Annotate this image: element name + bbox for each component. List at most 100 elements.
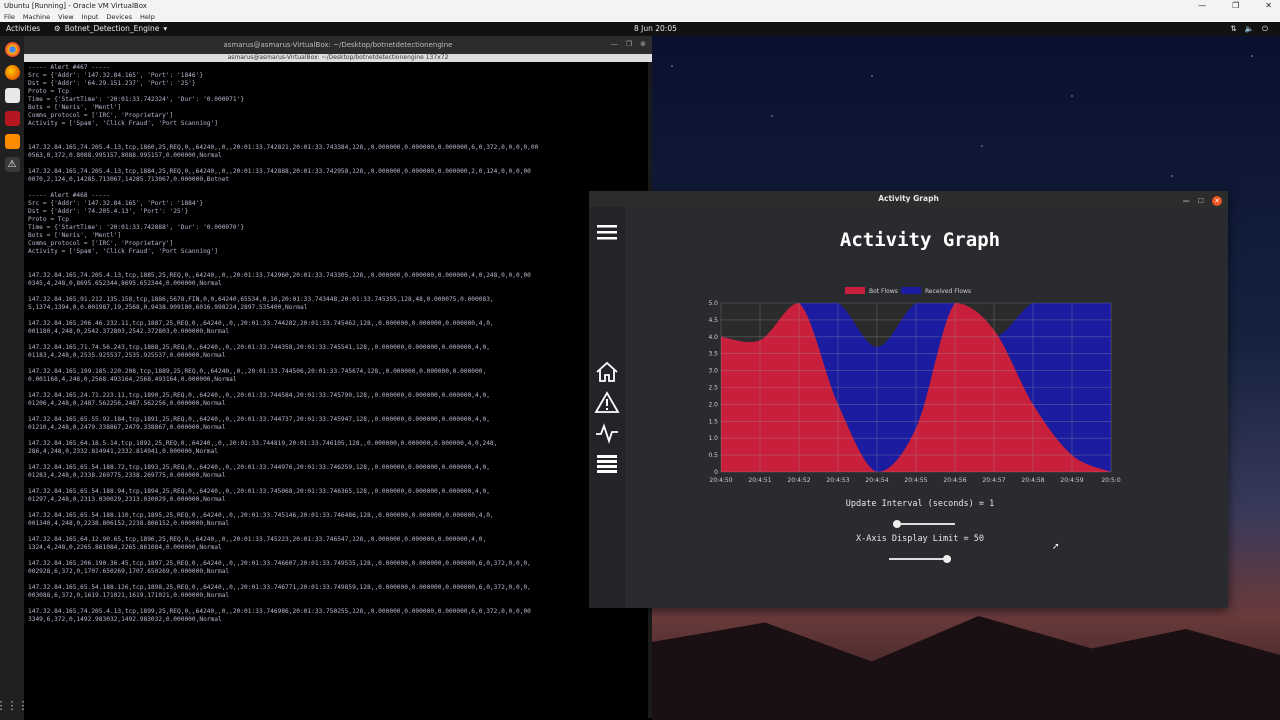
terminal-line: 147.32.84.165,65.54.188.126,tcp,1898,25,…: [28, 584, 531, 591]
terminal-line: 147.32.84.165,64.12.90.65,tcp,1896,25,RE…: [28, 536, 487, 543]
app-menu-label: Botnet_Detection_Engine: [64, 24, 160, 33]
vbox-menubar: File Machine View Input Devices Help: [0, 12, 1280, 22]
terminal-line: 01206,4,248,0,2487.562256,2487.562256,0.…: [28, 400, 226, 407]
activity-window-titlebar[interactable]: Activity Graph — ☐ ✕: [589, 191, 1228, 207]
list-icon[interactable]: [594, 451, 620, 477]
warning-icon[interactable]: [594, 390, 620, 416]
x-tick-label: 20:4:58: [1021, 477, 1044, 484]
terminal-window[interactable]: asmarus@asmarus-VirtualBox: ~/Desktop/bo…: [24, 36, 652, 720]
terminal-line: Activity = ['Spam', 'Click Fraud', 'Port…: [28, 120, 218, 127]
maximize-icon[interactable]: ❐: [626, 40, 632, 48]
terminal-line: Proto = Tcp: [28, 88, 69, 95]
terminal-line: 147.32.84.165,74.205.4.13,tcp,1860,25,RE…: [28, 144, 539, 151]
sublime-icon[interactable]: [4, 134, 20, 149]
dock: ⚠ ⋮⋮⋮: [0, 36, 29, 720]
menu-file[interactable]: File: [4, 12, 15, 22]
terminal-line: 147.32.84.165,64.18.5.14,tcp,1892,25,REQ…: [28, 440, 498, 447]
terminal-line: 01183,4,248,0,2535.925537,2535.925537,0.…: [28, 352, 226, 359]
y-tick-label: 0.5: [708, 452, 718, 459]
terminal-icon[interactable]: [4, 111, 20, 126]
network-icon: ⇅: [1230, 24, 1237, 33]
terminal-line: 1324,4,248,0,2265.861084,2265.861084,0.0…: [28, 544, 222, 551]
terminal-line: Time = {'StartTime': '20:01:33.742324', …: [28, 96, 245, 103]
clock[interactable]: 8 Jun 20:05: [634, 22, 677, 36]
y-tick-label: 3.5: [708, 351, 718, 358]
terminal-line: 01297,4,248,0,2313.030029,2313.030029,0.…: [28, 496, 226, 503]
x-tick-label: 20:4:52: [787, 477, 810, 484]
y-tick-label: 4.5: [708, 317, 718, 324]
terminal-line: 01283,4,248,0,2338.269775,2338.269775,0.…: [28, 472, 226, 479]
maximize-icon[interactable]: ❐: [1232, 0, 1239, 12]
terminal-line: 3349,6,372,0,1492.983032,1492.983032,0.0…: [28, 616, 222, 623]
hamburger-menu-icon[interactable]: [594, 219, 620, 245]
minimize-icon[interactable]: —: [1198, 0, 1206, 12]
terminal-line: Bots = ['Neris', 'Mentl']: [28, 104, 122, 111]
x-tick-label: 20:4:59: [1060, 477, 1083, 484]
files-icon[interactable]: [4, 88, 20, 103]
warning-app-icon[interactable]: ⚠: [4, 157, 20, 172]
terminal-output[interactable]: ----- Alert #467 ----- Src = {'Addr': '14…: [24, 62, 652, 712]
menu-machine[interactable]: Machine: [23, 12, 50, 22]
minimize-icon[interactable]: —: [611, 40, 618, 48]
terminal-titlebar[interactable]: asmarus@asmarus-VirtualBox: ~/Desktop/bo…: [24, 36, 652, 54]
terminal-line: Proto = Tcp: [28, 216, 69, 223]
app-menu[interactable]: ⚙ Botnet_Detection_Engine ▾: [54, 22, 167, 36]
terminal-line: 0563,0,372,0.8088.995157,8088.995157,0.0…: [28, 152, 222, 159]
menu-input[interactable]: Input: [82, 12, 99, 22]
firefox-icon[interactable]: [4, 65, 20, 80]
system-tray[interactable]: ⇅ 🔈 ⏻: [1230, 22, 1268, 36]
terminal-line: Comms_protocol = ['IRC', 'Proprietary']: [28, 112, 174, 119]
xaxis-limit-label: X-Axis Display Limit = 50: [856, 534, 984, 544]
vbox-window-title: Ubuntu [Running] - Oracle VM VirtualBox: [4, 2, 147, 10]
legend-swatch-received-flows: [901, 287, 921, 294]
activities-button[interactable]: Activities: [6, 22, 40, 36]
terminal-line: Comms_protocol = ['IRC', 'Proprietary']: [28, 240, 174, 247]
x-tick-label: 20:5:0: [1101, 477, 1120, 484]
update-interval-knob[interactable]: [893, 520, 901, 528]
x-tick-label: 20:4:56: [943, 477, 966, 484]
y-tick-label: 0: [714, 469, 718, 476]
close-icon[interactable]: ✕: [1212, 196, 1222, 206]
terminal-line: 147.32.84.165,24.71.223.11,tcp,1890,25,R…: [28, 392, 490, 399]
terminal-line: 147.32.84.165,206.46.232.11,tcp,1887,25,…: [28, 320, 494, 327]
update-interval-slider[interactable]: [893, 520, 955, 528]
close-icon[interactable]: ✕: [1265, 0, 1272, 12]
x-tick-label: 20:4:50: [709, 477, 732, 484]
terminal-line: Dst = {'Addr': '74.205.4.13', 'Port': '2…: [28, 208, 189, 215]
xaxis-limit-slider[interactable]: [889, 555, 951, 563]
terminal-line: 5,1374,1394,0,0.001987,19,2568,0,9438.90…: [28, 304, 308, 311]
power-icon: ⏻: [1262, 24, 1268, 33]
xaxis-limit-knob[interactable]: [943, 555, 951, 563]
menu-view[interactable]: View: [58, 12, 73, 22]
terminal-line: ----- Alert #468 -----: [28, 192, 110, 199]
home-icon[interactable]: [594, 359, 620, 385]
terminal-title: asmarus@asmarus-VirtualBox: ~/Desktop/bo…: [223, 41, 453, 49]
x-tick-label: 20:4:55: [904, 477, 927, 484]
terminal-line: Activity = ['Spam', 'Click Fraud', 'Port…: [28, 248, 218, 255]
activity-pulse-icon[interactable]: [594, 420, 620, 446]
terminal-tab[interactable]: asmarus@asmarus-VirtualBox: ~/Desktop/bo…: [24, 54, 652, 62]
menu-devices[interactable]: Devices: [106, 12, 132, 22]
close-icon[interactable]: ⊗: [640, 40, 646, 48]
terminal-line: 147.32.84.165,65.54.188.94,tcp,1894,25,R…: [28, 488, 490, 495]
menu-help[interactable]: Help: [140, 12, 155, 22]
vbox-titlebar: Ubuntu [Running] - Oracle VM VirtualBox …: [0, 0, 1280, 12]
chrome-icon[interactable]: [4, 42, 20, 57]
x-tick-label: 20:4:54: [865, 477, 888, 484]
terminal-line: 147.32.84.165,71.74.56.243,tcp,1888,25,R…: [28, 344, 490, 351]
activity-chart: 0 0.5 1.0 1.5 2.0 2.5 3.0 3.5 4.0 4.5 5.0 20:4:50 20…: [708, 287, 1121, 484]
chevron-down-icon: ▾: [163, 24, 168, 33]
terminal-line: ----- Alert #467 -----: [28, 64, 110, 71]
